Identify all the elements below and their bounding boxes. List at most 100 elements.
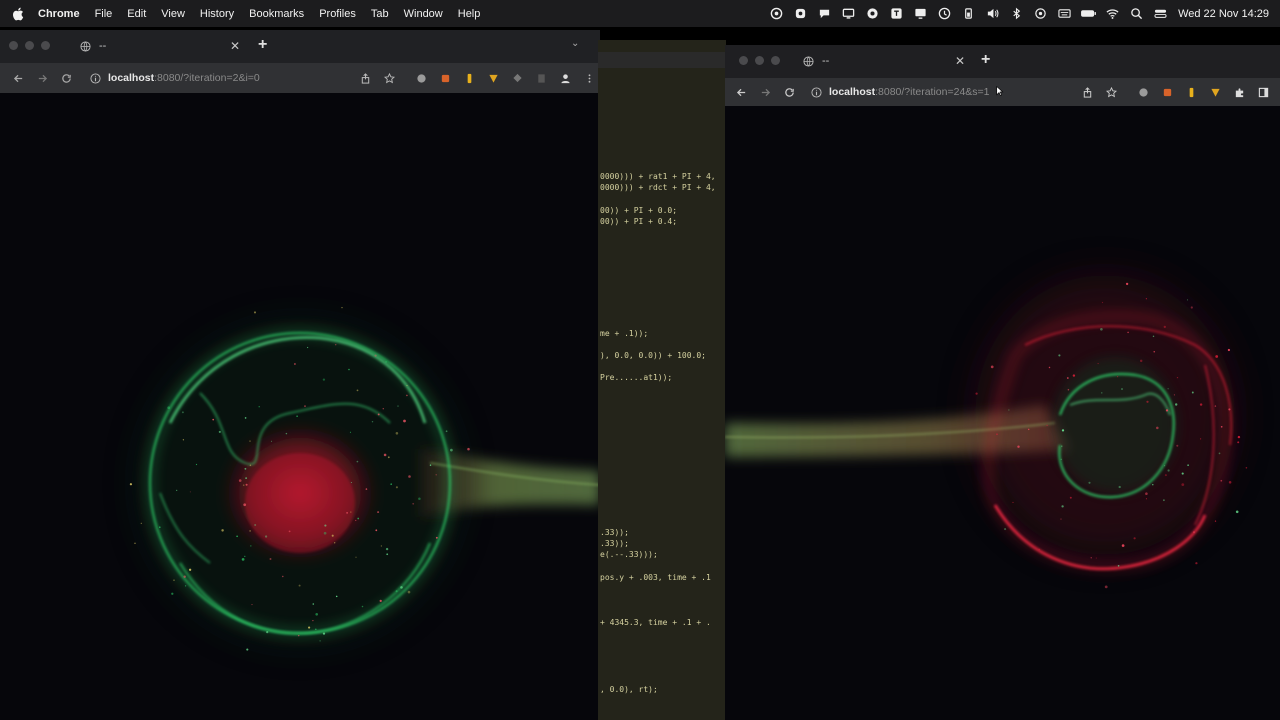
sparkle-particle xyxy=(324,524,327,527)
screen-share-icon[interactable] xyxy=(908,0,932,27)
sparkle-particle xyxy=(1164,465,1166,467)
display-icon[interactable] xyxy=(836,0,860,27)
battery-icon[interactable] xyxy=(1076,0,1100,27)
apple-icon[interactable] xyxy=(12,7,26,21)
wifi-icon[interactable] xyxy=(1100,0,1124,27)
sparkle-particle xyxy=(380,545,383,547)
left-particle-canvas[interactable] xyxy=(0,93,600,720)
side-panel-icon[interactable] xyxy=(1256,85,1270,99)
reload-button[interactable] xyxy=(777,80,801,104)
extension-puzzle-icon[interactable] xyxy=(414,71,428,85)
creative-cloud-icon[interactable] xyxy=(764,0,788,27)
profile-icon[interactable] xyxy=(558,71,572,85)
sparkle-particle xyxy=(1038,548,1041,551)
menu-kebab-icon[interactable] xyxy=(582,71,596,85)
sparkle-particle xyxy=(1145,298,1147,300)
menu-window[interactable]: Window xyxy=(404,8,443,20)
menu-edit[interactable]: Edit xyxy=(127,8,146,20)
address-bar[interactable]: localhost:8080/?iteration=24&s=1 xyxy=(811,81,1071,103)
site-info-icon[interactable] xyxy=(811,86,822,98)
sparkle-particle xyxy=(408,475,411,478)
new-tab-button[interactable]: + xyxy=(258,36,267,54)
menu-file[interactable]: File xyxy=(95,8,113,20)
share-icon[interactable] xyxy=(358,71,372,85)
menu-app-name[interactable]: Chrome xyxy=(38,8,80,20)
menu-bookmarks[interactable]: Bookmarks xyxy=(249,8,304,20)
left-tab[interactable]: -- ✕ xyxy=(80,39,248,53)
sparkle-particle xyxy=(1061,505,1064,508)
record-icon[interactable] xyxy=(860,0,884,27)
close-tab-icon[interactable]: ✕ xyxy=(955,54,965,68)
status-area: Wed 22 Nov 14:29 xyxy=(764,0,1280,27)
sparkle-particle xyxy=(1004,528,1007,531)
clock-icon[interactable] xyxy=(932,0,956,27)
bookmark-star-icon[interactable] xyxy=(1104,85,1118,99)
sparkle-particle xyxy=(1100,328,1103,331)
extension-shield-icon[interactable] xyxy=(486,71,500,85)
control-center-icon[interactable] xyxy=(1148,0,1172,27)
tab-search-chevron-icon[interactable]: ⌄ xyxy=(571,38,579,49)
sparkle-particle xyxy=(249,464,252,467)
bluetooth-icon[interactable] xyxy=(1004,0,1028,27)
sparkle-particle xyxy=(1186,299,1189,301)
forward-button[interactable] xyxy=(30,66,54,90)
code-line: 0000))) + rdct + PI + 4, xyxy=(600,183,716,192)
close-window-button[interactable] xyxy=(739,56,748,65)
menu-history[interactable]: History xyxy=(200,8,234,20)
sparkle-particle xyxy=(319,640,321,642)
browser-window-right: -- ✕ + localhost:8080/?iteration=24&s=1 xyxy=(725,45,1280,720)
sparkle-particle xyxy=(1121,544,1125,547)
keyboard-icon[interactable] xyxy=(1052,0,1076,27)
extension-fox-icon[interactable] xyxy=(438,71,452,85)
menu-view[interactable]: View xyxy=(161,8,185,20)
menu-profiles[interactable]: Profiles xyxy=(319,8,356,20)
minimize-window-button[interactable] xyxy=(755,56,764,65)
extension-badge-icon[interactable] xyxy=(510,71,524,85)
extension-key-icon[interactable] xyxy=(462,71,476,85)
sparkle-particle xyxy=(355,519,357,521)
right-tab[interactable]: -- ✕ xyxy=(803,54,968,68)
sparkle-particle xyxy=(1237,441,1240,444)
back-button[interactable] xyxy=(729,80,753,104)
menubar-clock[interactable]: Wed 22 Nov 14:29 xyxy=(1178,8,1269,20)
zoom-window-button[interactable] xyxy=(41,41,50,50)
zoom-window-button[interactable] xyxy=(771,56,780,65)
menu-tab[interactable]: Tab xyxy=(371,8,389,20)
back-button[interactable] xyxy=(6,66,30,90)
volume-icon[interactable] xyxy=(980,0,1004,27)
sparkle-particle xyxy=(245,483,248,486)
sparkle-particle xyxy=(335,595,338,598)
sparkle-particle xyxy=(1095,557,1097,559)
text-box-icon[interactable] xyxy=(884,0,908,27)
sparkle-particle xyxy=(1153,351,1155,353)
address-bar[interactable]: localhost:8080/?iteration=2&i=0 xyxy=(90,67,350,89)
sparkle-particle xyxy=(996,433,998,435)
extension-page-icon[interactable] xyxy=(534,71,548,85)
menu-help[interactable]: Help xyxy=(458,8,481,20)
minimize-window-button[interactable] xyxy=(25,41,34,50)
share-icon[interactable] xyxy=(1080,85,1094,99)
extension-puzzle-icon[interactable] xyxy=(1136,85,1150,99)
search-icon[interactable] xyxy=(1124,0,1148,27)
battery-app-icon[interactable] xyxy=(956,0,980,27)
right-particle-canvas[interactable] xyxy=(725,105,1280,720)
new-tab-button[interactable]: + xyxy=(981,51,990,69)
focus-icon[interactable] xyxy=(1028,0,1052,27)
chat-bubble-icon[interactable] xyxy=(812,0,836,27)
sparkle-particle xyxy=(140,522,142,524)
sparkle-particle xyxy=(1156,426,1159,430)
extension-fox-icon[interactable] xyxy=(1160,85,1174,99)
close-window-button[interactable] xyxy=(9,41,18,50)
extension-shield-icon[interactable] xyxy=(1208,85,1222,99)
sparkle-particle xyxy=(1117,376,1119,378)
forward-button[interactable] xyxy=(753,80,777,104)
extensions-puzzle-icon[interactable] xyxy=(1232,85,1246,99)
site-info-icon[interactable] xyxy=(90,72,101,84)
close-tab-icon[interactable]: ✕ xyxy=(230,39,240,53)
reload-button[interactable] xyxy=(54,66,78,90)
left-red-core-inner xyxy=(245,453,355,553)
sparkle-particle xyxy=(182,439,185,441)
bookmark-star-icon[interactable] xyxy=(382,71,396,85)
gear-badge-icon[interactable] xyxy=(788,0,812,27)
extension-key-icon[interactable] xyxy=(1184,85,1198,99)
